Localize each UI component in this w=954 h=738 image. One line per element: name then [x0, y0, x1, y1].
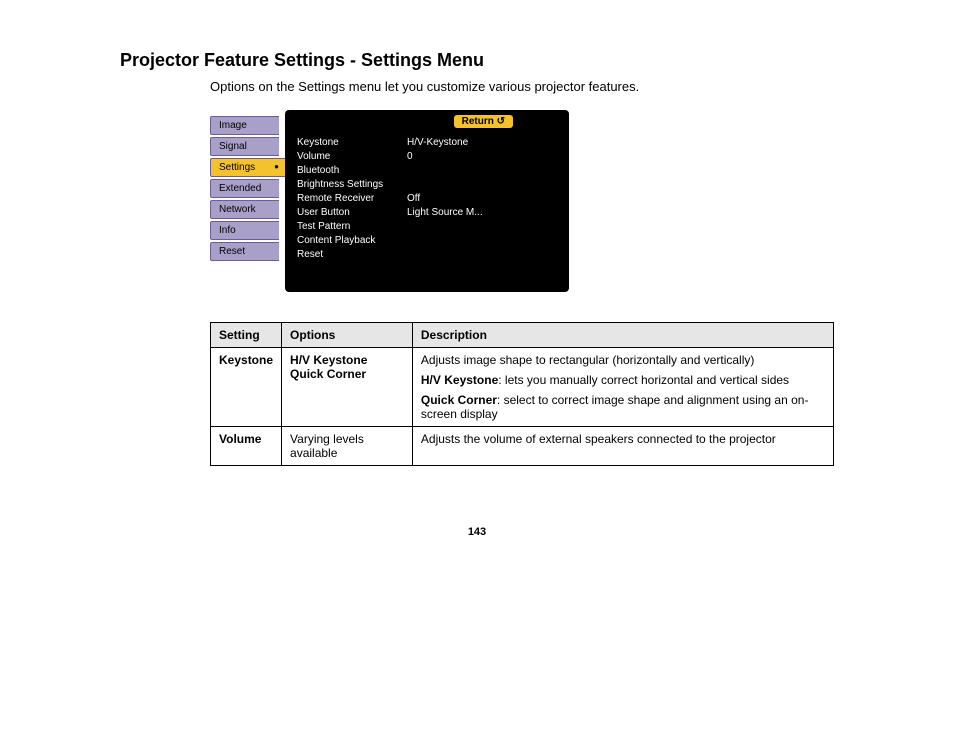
menu-item-value — [407, 220, 557, 234]
menu-item-label: Bluetooth — [297, 164, 407, 178]
menu-item-label: Brightness Settings — [297, 178, 407, 192]
menu-item-value: H/V-Keystone — [407, 136, 557, 150]
menu-item-label: Content Playback — [297, 234, 407, 248]
menu-item-label: Keystone — [297, 136, 407, 150]
desc-label: Quick Corner — [421, 393, 497, 407]
menu-item-value — [407, 178, 557, 192]
intro-text: Options on the Settings menu let you cus… — [210, 79, 834, 94]
menu-item[interactable]: Content Playback — [297, 234, 557, 248]
menu-tab-network[interactable]: Network — [210, 200, 279, 219]
menu-tab-reset[interactable]: Reset — [210, 242, 279, 261]
menu-item[interactable]: Remote ReceiverOff — [297, 192, 557, 206]
menu-item[interactable]: User ButtonLight Source M... — [297, 206, 557, 220]
menu-tab-image[interactable]: Image — [210, 116, 279, 135]
description-cell: Adjusts the volume of external speakers … — [412, 427, 833, 466]
menu-tab-settings[interactable]: Settings — [210, 158, 285, 177]
menu-tab-signal[interactable]: Signal — [210, 137, 279, 156]
menu-item[interactable]: Volume0 — [297, 150, 557, 164]
desc-text: : lets you manually correct horizontal a… — [498, 373, 789, 387]
menu-item-label: Test Pattern — [297, 220, 407, 234]
menu-item[interactable]: Test Pattern — [297, 220, 557, 234]
option-item: H/V Keystone — [290, 353, 404, 367]
return-button[interactable]: Return ↺ — [454, 115, 513, 128]
menu-item-label: Remote Receiver — [297, 192, 407, 206]
return-label: Return — [462, 116, 494, 127]
menu-item-value — [407, 248, 557, 262]
menu-item-value: Light Source M... — [407, 206, 557, 220]
th-options: Options — [282, 323, 413, 348]
th-setting: Setting — [211, 323, 282, 348]
options-cell: H/V Keystone Quick Corner — [282, 348, 413, 427]
menu-tab-stack: Image Signal Settings Extended Network Info Re… — [210, 116, 285, 261]
option-item: Quick Corner — [290, 367, 404, 381]
page-title: Projector Feature Settings - Settings Me… — [120, 50, 834, 71]
th-description: Description — [412, 323, 833, 348]
options-cell: Varying levels available — [282, 427, 413, 466]
menu-item[interactable]: Brightness Settings — [297, 178, 557, 192]
settings-table: Setting Options Description Keystone H/V… — [210, 322, 834, 466]
menu-item-value — [407, 164, 557, 178]
table-row: Volume Varying levels available Adjusts … — [211, 427, 834, 466]
desc-text: Adjusts image shape to rectangular (hori… — [421, 353, 825, 367]
setting-cell: Keystone — [211, 348, 282, 427]
menu-item-label: Volume — [297, 150, 407, 164]
menu-item-value — [407, 234, 557, 248]
menu-tab-extended[interactable]: Extended — [210, 179, 279, 198]
table-row: Keystone H/V Keystone Quick Corner Adjus… — [211, 348, 834, 427]
menu-screenshot: Image Signal Settings Extended Network Info Re… — [210, 110, 834, 292]
menu-tab-info[interactable]: Info — [210, 221, 279, 240]
menu-item[interactable]: Reset — [297, 248, 557, 262]
desc-label: H/V Keystone — [421, 373, 498, 387]
menu-item[interactable]: Bluetooth — [297, 164, 557, 178]
description-cell: Adjusts image shape to rectangular (hori… — [412, 348, 833, 427]
menu-item[interactable]: KeystoneH/V-Keystone — [297, 136, 557, 150]
menu-item-value: 0 — [407, 150, 557, 164]
menu-panel: Return ↺ KeystoneH/V-KeystoneVolume0Blue… — [285, 110, 569, 292]
setting-cell: Volume — [211, 427, 282, 466]
menu-item-label: Reset — [297, 248, 407, 262]
menu-item-value: Off — [407, 192, 557, 206]
menu-item-label: User Button — [297, 206, 407, 220]
page-number: 143 — [120, 526, 834, 538]
